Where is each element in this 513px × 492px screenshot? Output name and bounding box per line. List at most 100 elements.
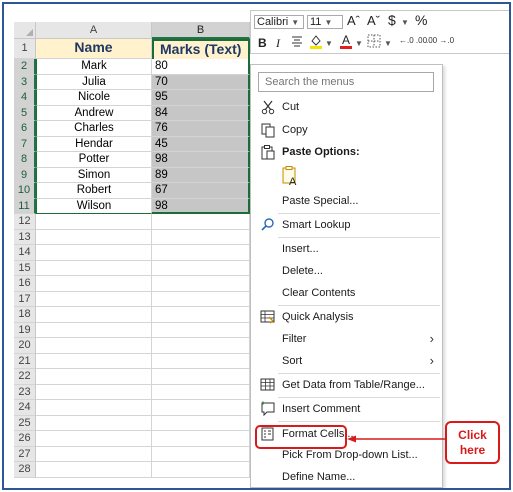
empty-cell[interactable] [36,338,152,354]
row-number[interactable]: 3 [14,74,36,90]
increase-decimal-button[interactable]: ←.0 .00 [399,36,427,45]
empty-cell[interactable] [152,260,250,276]
empty-cell[interactable] [36,431,152,447]
row-number[interactable]: 7 [14,136,36,152]
name-cell[interactable]: Mark [36,59,152,75]
empty-cell[interactable] [36,415,152,431]
empty-cell[interactable] [36,462,152,478]
italic-button[interactable]: I [276,36,280,51]
empty-cell[interactable] [36,353,152,369]
percent-format-button[interactable]: % [415,12,427,28]
marks-cell[interactable]: 84 [152,105,250,121]
marks-cell[interactable]: 45 [152,136,250,152]
name-cell[interactable]: Potter [36,152,152,168]
decrease-font-size-button[interactable]: Aˇ [367,13,380,28]
empty-cell[interactable] [152,353,250,369]
marks-cell[interactable]: 80 [152,59,250,75]
empty-cell[interactable] [36,229,152,245]
row-number[interactable]: 1 [14,39,36,59]
name-cell[interactable]: Julia [36,74,152,90]
empty-cell[interactable] [152,415,250,431]
row-number[interactable]: 4 [14,90,36,106]
empty-cell[interactable] [152,276,250,292]
empty-cell[interactable] [36,214,152,230]
empty-cell[interactable] [152,291,250,307]
row-number[interactable]: 8 [14,152,36,168]
decrease-decimal-button[interactable]: .00 →.0 [426,36,454,45]
empty-cell[interactable] [152,431,250,447]
empty-cell[interactable] [36,245,152,261]
row-number[interactable]: 23 [14,384,36,400]
chevron-down-icon[interactable]: ▼ [384,37,392,49]
smart-lookup-menu-item[interactable]: Smart Lookup [251,215,442,235]
name-cell[interactable]: Charles [36,121,152,137]
select-all-corner[interactable] [14,22,36,39]
row-number[interactable]: 11 [14,198,36,214]
marks-cell[interactable]: 76 [152,121,250,137]
chevron-down-icon[interactable]: ▼ [355,37,363,49]
row-number[interactable]: 21 [14,353,36,369]
row-number[interactable]: 24 [14,400,36,416]
row-number[interactable]: 26 [14,431,36,447]
marks-cell[interactable]: 98 [152,198,250,214]
empty-cell[interactable] [152,400,250,416]
bold-button[interactable]: B [258,36,267,50]
name-cell[interactable]: Robert [36,183,152,199]
currency-format-button[interactable]: $ [388,12,396,28]
row-number[interactable]: 9 [14,167,36,183]
name-cell[interactable]: Wilson [36,198,152,214]
empty-cell[interactable] [152,462,250,478]
align-center-icon[interactable] [291,35,303,50]
marks-cell[interactable]: 70 [152,74,250,90]
row-number[interactable]: 27 [14,446,36,462]
name-cell[interactable]: Nicole [36,90,152,106]
empty-cell[interactable] [152,384,250,400]
fill-color-icon[interactable] [309,34,323,53]
row-number[interactable]: 22 [14,369,36,385]
quick-analysis-menu-item[interactable]: Quick Analysis [251,307,442,327]
empty-cell[interactable] [152,338,250,354]
chevron-down-icon[interactable]: ▼ [401,16,409,28]
empty-cell[interactable] [152,307,250,323]
row-number[interactable]: 20 [14,338,36,354]
sort-menu-item[interactable]: Sort › [251,351,442,371]
row-number[interactable]: 5 [14,105,36,121]
column-header-b[interactable]: B [152,22,250,39]
insert-comment-menu-item[interactable]: Insert Comment [251,399,442,419]
marks-cell[interactable]: 89 [152,167,250,183]
row-number[interactable]: 17 [14,291,36,307]
font-color-icon[interactable]: A [339,33,353,53]
clear-contents-menu-item[interactable]: Clear Contents [251,283,442,303]
marks-cell[interactable]: 67 [152,183,250,199]
cut-menu-item[interactable]: Cut [251,97,442,117]
row-number[interactable]: 2 [14,59,36,75]
name-cell[interactable]: Hendar [36,136,152,152]
empty-cell[interactable] [36,322,152,338]
empty-cell[interactable] [152,229,250,245]
empty-cell[interactable] [36,400,152,416]
row-number[interactable]: 10 [14,183,36,199]
column-header-a[interactable]: A [36,22,152,39]
empty-cell[interactable] [36,446,152,462]
row-number[interactable]: 14 [14,245,36,261]
name-header-cell[interactable]: Name [36,39,152,59]
empty-cell[interactable] [36,307,152,323]
name-cell[interactable]: Andrew [36,105,152,121]
name-cell[interactable]: Simon [36,167,152,183]
marks-cell[interactable]: 95 [152,90,250,106]
marks-header-cell[interactable]: Marks (Text) [152,39,250,59]
row-number[interactable]: 25 [14,415,36,431]
copy-menu-item[interactable]: Copy [251,120,442,140]
insert-menu-item[interactable]: Insert... [251,239,442,259]
borders-icon[interactable] [367,34,381,51]
row-number[interactable]: 12 [14,214,36,230]
font-name-box[interactable]: Calibri ▼ [254,15,304,29]
row-number[interactable]: 13 [14,229,36,245]
delete-menu-item[interactable]: Delete... [251,261,442,281]
row-number[interactable]: 6 [14,121,36,137]
menu-search-input[interactable] [258,72,434,92]
font-size-box[interactable]: 11 ▼ [307,15,343,29]
empty-cell[interactable] [152,214,250,230]
empty-cell[interactable] [152,322,250,338]
get-data-menu-item[interactable]: Get Data from Table/Range... [251,375,442,395]
